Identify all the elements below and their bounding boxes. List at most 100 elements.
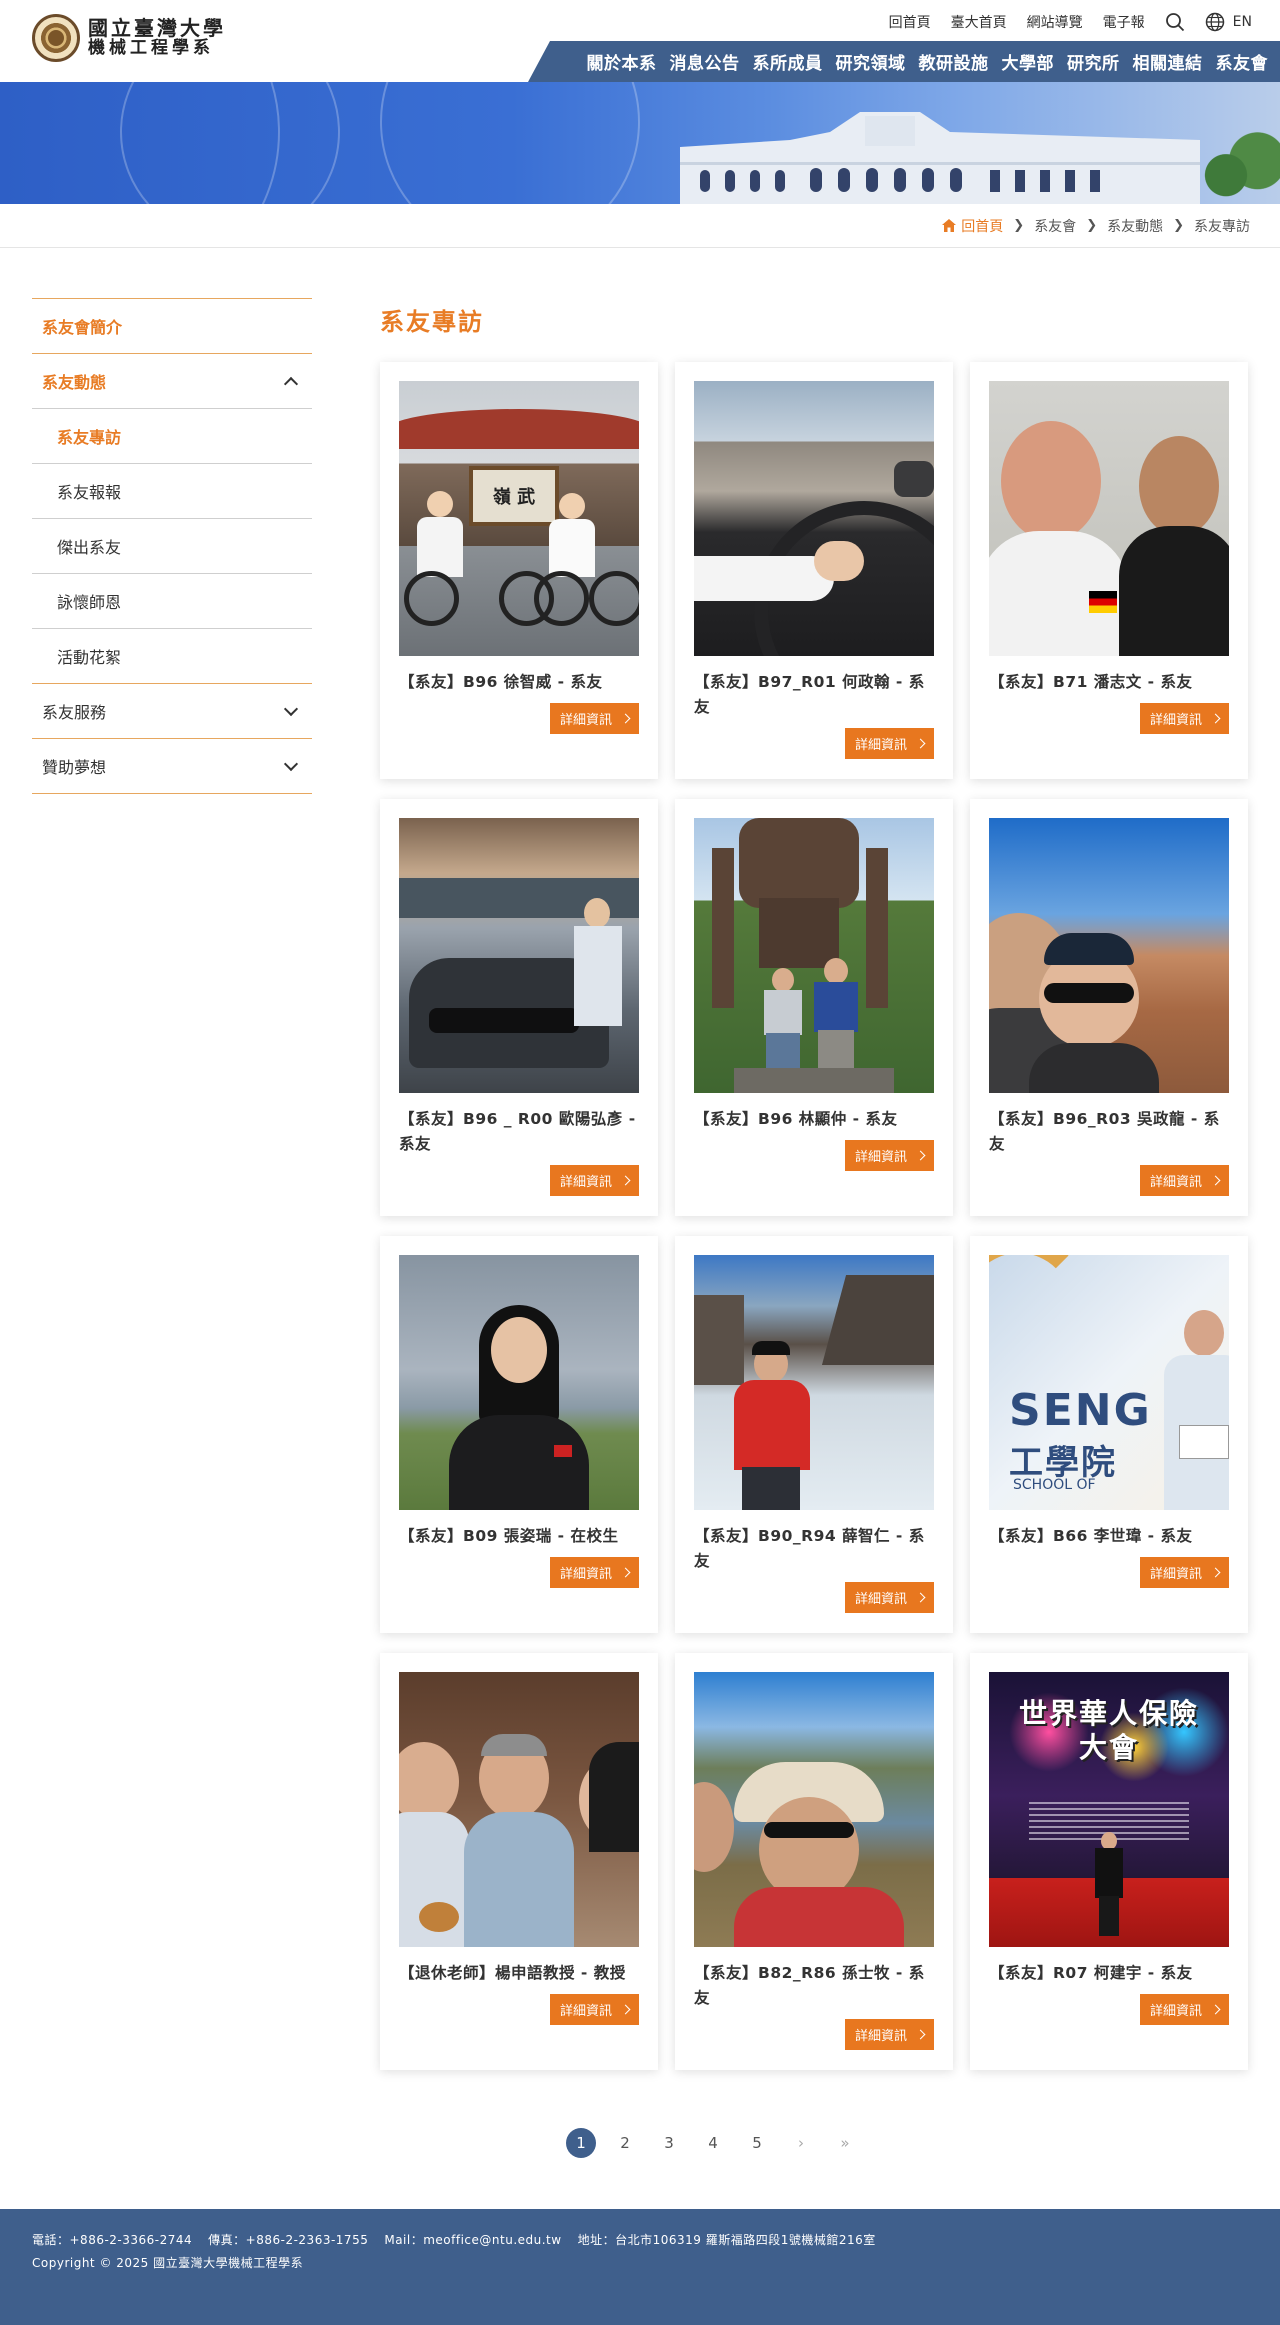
nav-item-about[interactable]: 關於本系 — [587, 49, 657, 74]
interview-card[interactable]: SENG 工學院 SCHOOL OF 【系友】B66 李世瑋 - 系友 詳細資訊 — [970, 1236, 1248, 1633]
campus-building-image — [680, 102, 1200, 204]
card-title[interactable]: 【退休老師】楊申語教授 - 教授 — [399, 1961, 639, 1986]
sidebar-item-alumni-intro[interactable]: 系友會簡介 — [32, 298, 312, 353]
interview-card[interactable]: 【系友】B90_R94 薛智仁 - 系友 詳細資訊 — [675, 1236, 953, 1633]
interview-card[interactable]: 【系友】B96 _ R00 歐陽弘彥 - 系友 詳細資訊 — [380, 799, 658, 1216]
card-title[interactable]: 【系友】B96 _ R00 歐陽弘彥 - 系友 — [399, 1107, 639, 1157]
chevron-down-icon[interactable] — [283, 756, 299, 771]
sidebar-item-alumni-services[interactable]: 系友服務 — [32, 683, 312, 738]
interview-card[interactable]: 【系友】B97_R01 何政翰 - 系友 詳細資訊 — [675, 362, 953, 779]
card-title[interactable]: 【系友】B09 張姿瑞 - 在校生 — [399, 1524, 639, 1549]
footer-address: 地址：台北市106319 羅斯福路四段1號機械館216室 — [577, 2233, 876, 2247]
language-label: EN — [1232, 14, 1252, 30]
card-title[interactable]: 【系友】B96 林顯仲 - 系友 — [694, 1107, 934, 1132]
footer-email[interactable]: Mail：meoffice@ntu.edu.tw — [384, 2229, 561, 2252]
footer-copyright: Copyright © 2025 國立臺灣大學機械工程學系 — [32, 2256, 304, 2270]
sidebar-subitem-activities[interactable]: 活動花絮 — [32, 628, 312, 683]
card-photo[interactable] — [989, 818, 1229, 1093]
card-photo[interactable] — [694, 818, 934, 1093]
page-button-3[interactable]: 3 — [654, 2128, 684, 2158]
nav-item-links[interactable]: 相關連結 — [1133, 49, 1203, 74]
last-page-icon[interactable]: » — [830, 2128, 860, 2158]
interview-card[interactable]: 【系友】B71 潘志文 - 系友 詳細資訊 — [970, 362, 1248, 779]
chevron-down-icon[interactable] — [283, 701, 299, 716]
card-title[interactable]: 【系友】B97_R01 何政翰 - 系友 — [694, 670, 934, 720]
logo-university-name: 國立臺灣大學 — [88, 16, 226, 40]
details-button[interactable]: 詳細資訊 — [549, 1165, 639, 1196]
site-logo[interactable]: 國立臺灣大學 機械工程學系 — [32, 14, 226, 62]
details-button-label: 詳細資訊 — [854, 1150, 907, 1165]
card-photo[interactable] — [399, 1255, 639, 1510]
card-photo[interactable] — [989, 381, 1229, 656]
util-link-home[interactable]: 回首頁 — [889, 12, 931, 32]
card-photo[interactable]: 世界華人保險大會 — [989, 1672, 1229, 1947]
breadcrumb-alumni-news[interactable]: 系友動態 — [1107, 216, 1163, 236]
card-title[interactable]: 【系友】B82_R86 孫士牧 - 系友 — [694, 1961, 934, 2011]
card-title[interactable]: 【系友】B96 徐智威 - 系友 — [399, 670, 639, 695]
page-button-1[interactable]: 1 — [566, 2128, 596, 2158]
details-button[interactable]: 詳細資訊 — [844, 1140, 934, 1171]
card-photo[interactable] — [694, 1255, 934, 1510]
card-photo[interactable]: 嶺 武 — [399, 381, 639, 656]
util-link-ntu-home[interactable]: 臺大首頁 — [951, 12, 1007, 32]
interview-card[interactable]: 【系友】B96_R03 吳政龍 - 系友 詳細資訊 — [970, 799, 1248, 1216]
page-button-2[interactable]: 2 — [610, 2128, 640, 2158]
sidebar-item-alumni-news[interactable]: 系友動態 — [32, 353, 312, 408]
nav-item-members[interactable]: 系所成員 — [753, 49, 823, 74]
page-button-5[interactable]: 5 — [742, 2128, 772, 2158]
breadcrumb-alumni-association[interactable]: 系友會 — [1034, 216, 1076, 236]
sidebar-subitem-outstanding[interactable]: 傑出系友 — [32, 518, 312, 573]
util-link-sitemap[interactable]: 網站導覽 — [1027, 12, 1083, 32]
card-title[interactable]: 【系友】B96_R03 吳政龍 - 系友 — [989, 1107, 1229, 1157]
nav-item-undergraduate[interactable]: 大學部 — [1002, 49, 1055, 74]
interview-card[interactable]: 【系友】B82_R86 孫士牧 - 系友 詳細資訊 — [675, 1653, 953, 2070]
details-button[interactable]: 詳細資訊 — [844, 728, 934, 759]
breadcrumb-home[interactable]: 回首頁 — [942, 216, 1003, 236]
nav-item-graduate[interactable]: 研究所 — [1067, 49, 1120, 74]
details-button[interactable]: 詳細資訊 — [1139, 1557, 1229, 1588]
details-button[interactable]: 詳細資訊 — [1139, 1994, 1229, 2025]
nav-item-alumni[interactable]: 系友會 — [1216, 49, 1269, 74]
sidebar-subitem-memorial[interactable]: 詠懷師恩 — [32, 573, 312, 628]
chevron-right-icon — [1210, 1567, 1221, 1578]
details-button[interactable]: 詳細資訊 — [844, 2019, 934, 2050]
card-photo[interactable] — [694, 381, 934, 656]
sidebar-subitem-label: 活動花絮 — [57, 648, 122, 667]
details-button[interactable]: 詳細資訊 — [549, 1557, 639, 1588]
details-button[interactable]: 詳細資訊 — [549, 703, 639, 734]
chevron-up-icon[interactable] — [283, 376, 299, 391]
card-title[interactable]: 【系友】B66 李世瑋 - 系友 — [989, 1524, 1229, 1549]
details-button[interactable]: 詳細資訊 — [1139, 703, 1229, 734]
card-photo[interactable]: SENG 工學院 SCHOOL OF — [989, 1255, 1229, 1510]
details-button-label: 詳細資訊 — [559, 2004, 612, 2019]
details-button[interactable]: 詳細資訊 — [549, 1994, 639, 2025]
page-button-4[interactable]: 4 — [698, 2128, 728, 2158]
card-photo[interactable] — [399, 818, 639, 1093]
next-page-icon[interactable]: › — [786, 2128, 816, 2158]
nav-item-news[interactable]: 消息公告 — [670, 49, 740, 74]
search-icon[interactable] — [1165, 12, 1185, 32]
interview-card[interactable]: 【系友】B09 張姿瑞 - 在校生 詳細資訊 — [380, 1236, 658, 1633]
nav-item-facilities[interactable]: 教研設施 — [919, 49, 989, 74]
sidebar-item-label: 系友動態 — [42, 373, 107, 392]
card-title[interactable]: 【系友】B90_R94 薛智仁 - 系友 — [694, 1524, 934, 1574]
interview-card-grid: 嶺 武 【系友】B96 徐智威 - 系友 詳細資訊 【系友】B97_R01 何政… — [380, 362, 1248, 2090]
interview-card[interactable]: 世界華人保險大會 【系友】R07 柯建宇 - 系友 詳細資訊 — [970, 1653, 1248, 2070]
util-link-newsletter[interactable]: 電子報 — [1103, 12, 1145, 32]
interview-card[interactable]: 【系友】B96 林顯仲 - 系友 詳細資訊 — [675, 799, 953, 1216]
sidebar-subitem-interviews[interactable]: 系友專訪 — [32, 408, 312, 463]
details-button[interactable]: 詳細資訊 — [1139, 1165, 1229, 1196]
card-title[interactable]: 【系友】B71 潘志文 - 系友 — [989, 670, 1229, 695]
interview-card[interactable]: 嶺 武 【系友】B96 徐智威 - 系友 詳細資訊 — [380, 362, 658, 779]
interview-card[interactable]: 【退休老師】楊申語教授 - 教授 詳細資訊 — [380, 1653, 658, 2070]
card-title[interactable]: 【系友】R07 柯建宇 - 系友 — [989, 1961, 1229, 1986]
sidebar-subitem-alumni-report[interactable]: 系友報報 — [32, 463, 312, 518]
nav-item-research[interactable]: 研究領域 — [836, 49, 906, 74]
details-button-label: 詳細資訊 — [559, 713, 612, 728]
card-photo[interactable] — [399, 1672, 639, 1947]
language-switch[interactable]: EN — [1205, 12, 1252, 32]
pagination: 1 2 3 4 5 › » — [0, 2128, 1280, 2158]
details-button[interactable]: 詳細資訊 — [844, 1582, 934, 1613]
card-photo[interactable] — [694, 1672, 934, 1947]
sidebar-item-sponsor[interactable]: 贊助夢想 — [32, 738, 312, 793]
